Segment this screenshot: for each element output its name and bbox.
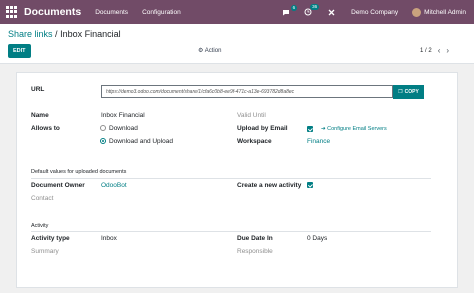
activity-separator: [31, 231, 431, 232]
copy-button[interactable]: ❐ COPY: [393, 85, 424, 99]
tools-icon: [328, 9, 335, 15]
create-activity-label: Create a new activity: [237, 182, 302, 189]
responsible-field[interactable]: Responsible: [237, 248, 273, 255]
pager-value[interactable]: 1 / 2: [420, 48, 432, 54]
pager-next-icon[interactable]: ›: [446, 46, 449, 55]
due-date-field[interactable]: 0 Days: [307, 235, 327, 242]
name-field[interactable]: Inbox Financial: [101, 112, 145, 119]
pager: 1 / 2 ‹ ›: [420, 46, 449, 55]
workspace-field[interactable]: Finance: [307, 138, 330, 145]
user-menu[interactable]: Mitchell Admin: [424, 9, 466, 16]
main-navbar: Documents Documents Configuration 6 36 D…: [0, 0, 474, 24]
chat-icon: [283, 9, 290, 15]
copy-icon: ❐: [398, 89, 403, 95]
document-owner-label: Document Owner: [31, 182, 85, 189]
defaults-section-title: Default values for uploaded documents: [31, 169, 127, 175]
edit-button[interactable]: EDIT: [8, 44, 31, 58]
due-date-label: Due Date In: [237, 235, 273, 242]
pager-previous-icon[interactable]: ‹: [438, 46, 441, 55]
navbar-systray: 6 36 Demo Company Mitchell Admin: [268, 0, 466, 24]
name-label: Name: [31, 112, 49, 119]
activity-button[interactable]: 36: [304, 4, 320, 16]
breadcrumb-separator: /: [55, 29, 58, 39]
configure-email-servers-link[interactable]: ➔ Configure Email Servers: [321, 126, 387, 132]
activity-type-field[interactable]: Inbox: [101, 235, 117, 242]
url-label: URL: [31, 86, 45, 93]
action-menu-button[interactable]: ⚙ Action: [198, 47, 221, 54]
activity-type-label: Activity type: [31, 235, 70, 242]
valid-until-field[interactable]: Valid Until: [237, 112, 266, 119]
company-switcher[interactable]: Demo Company: [351, 9, 398, 16]
radio-download[interactable]: [100, 125, 106, 131]
breadcrumb-share-links[interactable]: Share links: [8, 29, 53, 39]
defaults-separator: [31, 178, 431, 179]
app-name[interactable]: Documents: [24, 6, 81, 18]
control-panel: Share links / Inbox Financial EDIT ⚙ Act…: [0, 24, 474, 64]
activity-section-title: Activity: [31, 223, 49, 229]
apps-menu-icon[interactable]: [6, 6, 18, 18]
menu-documents[interactable]: Documents: [95, 9, 128, 16]
radio-download-upload[interactable]: [100, 138, 106, 144]
document-owner-field[interactable]: OdooBot: [101, 182, 127, 189]
action-label: Action: [204, 48, 222, 54]
upload-by-email-checkbox[interactable]: [307, 126, 313, 132]
chat-button[interactable]: 6: [282, 4, 298, 16]
contact-field[interactable]: Contact: [31, 195, 53, 202]
copy-label: COPY: [404, 89, 419, 95]
breadcrumb-current: Inbox Financial: [60, 29, 121, 39]
form-sheet: URL https://demo3.odoo.com/document/shar…: [16, 72, 458, 288]
upload-by-email-label: Upload by Email: [237, 125, 288, 132]
allows-to-label: Allows to: [31, 125, 60, 132]
summary-field[interactable]: Summary: [31, 248, 59, 255]
create-activity-checkbox[interactable]: [307, 182, 313, 188]
avatar[interactable]: [412, 7, 422, 17]
menu-configuration[interactable]: Configuration: [142, 9, 181, 16]
debug-tools-button[interactable]: [328, 9, 335, 16]
gear-icon: ⚙: [198, 48, 204, 54]
workspace-label: Workspace: [237, 138, 272, 145]
chat-count-badge: 6: [290, 4, 298, 11]
breadcrumb: Share links / Inbox Financial: [8, 29, 121, 39]
url-field[interactable]: https://demo3.odoo.com/document/share/1/…: [101, 85, 393, 98]
radio-download-label[interactable]: Download: [109, 125, 138, 132]
radio-download-upload-label[interactable]: Download and Upload: [109, 138, 173, 145]
activity-count-badge: 36: [310, 4, 320, 10]
